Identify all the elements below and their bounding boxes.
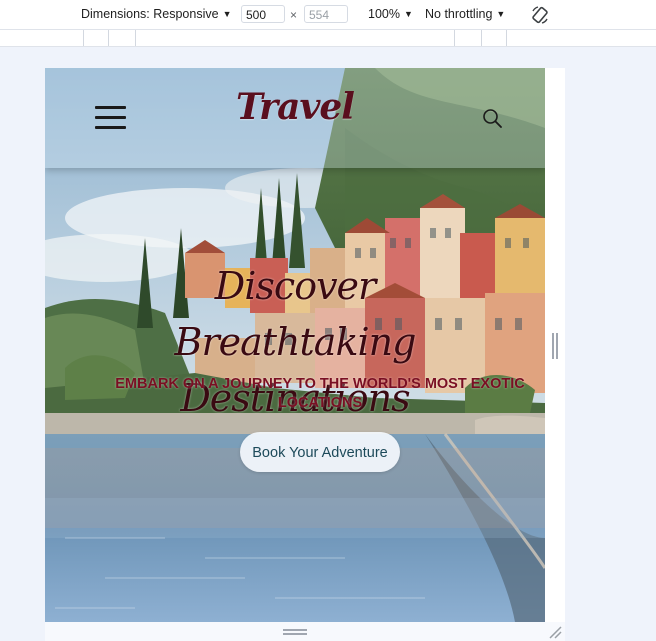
- dimensions-dropdown[interactable]: Dimensions: Responsive ▼: [81, 7, 231, 21]
- dimensions-label: Dimensions: Responsive: [81, 7, 219, 21]
- resize-corner-icon[interactable]: [548, 625, 562, 639]
- chevron-down-icon: ▼: [222, 9, 232, 19]
- resize-handle-right[interactable]: [552, 333, 558, 359]
- device-viewport: Travel Discover Breathtaking Destination…: [45, 68, 545, 622]
- site-logo[interactable]: Travel: [195, 86, 395, 128]
- height-input[interactable]: 554: [304, 5, 348, 23]
- rotate-icon[interactable]: [530, 5, 550, 25]
- throttling-label: No throttling: [425, 7, 493, 21]
- devtools-device-toolbar: Dimensions: Responsive ▼ 500 × 554 100% ▼ …: [0, 0, 656, 30]
- hero-subtitle: EMBARK ON A JOURNEY TO THE WORLD'S MOST …: [115, 376, 525, 411]
- zoom-dropdown[interactable]: 100% ▼: [368, 7, 413, 21]
- hamburger-menu-icon[interactable]: [95, 106, 126, 130]
- chevron-down-icon: ▼: [403, 9, 413, 19]
- times-sign: ×: [290, 8, 298, 22]
- chevron-down-icon: ▼: [496, 9, 506, 19]
- throttling-dropdown[interactable]: No throttling ▼: [425, 7, 505, 21]
- zoom-label: 100%: [368, 7, 400, 21]
- site-header: Travel: [45, 68, 545, 168]
- book-adventure-button[interactable]: Book Your Adventure: [240, 432, 400, 472]
- resize-handle-bottom[interactable]: [283, 629, 307, 635]
- width-input[interactable]: 500: [241, 5, 285, 23]
- media-query-ruler[interactable]: [0, 30, 656, 47]
- search-icon[interactable]: [482, 108, 504, 130]
